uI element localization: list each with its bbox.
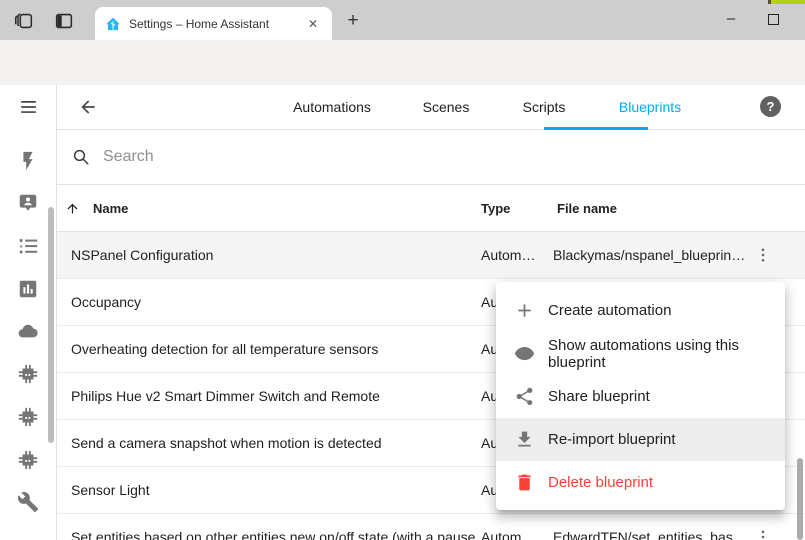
- tab-scripts[interactable]: Scripts: [523, 99, 566, 115]
- menu-item-label: Delete blueprint: [548, 474, 653, 491]
- search-icon: [72, 148, 90, 166]
- share-icon: [514, 386, 535, 407]
- search-input[interactable]: [103, 148, 503, 166]
- row-type: Autom…: [481, 232, 545, 279]
- workspaces-icon[interactable]: [13, 10, 35, 32]
- menu-item-label: Re-import blueprint: [548, 431, 676, 448]
- column-name[interactable]: Name: [93, 185, 128, 232]
- row-name: Sensor Light: [71, 467, 477, 514]
- vertical-tabs-icon[interactable]: [53, 10, 75, 32]
- row-name: Send a camera snapshot when motion is de…: [71, 420, 477, 467]
- minimize-icon[interactable]: –: [716, 8, 746, 32]
- home-assistant-favicon: [105, 16, 121, 32]
- row-name: Philips Hue v2 Smart Dimmer Switch and R…: [71, 373, 477, 420]
- plus-icon: [514, 300, 535, 321]
- row-name: Set entities based on other entities new…: [71, 514, 477, 540]
- menu-item-label: Show automations using this blueprint: [548, 337, 769, 371]
- menu-icon[interactable]: [18, 98, 39, 116]
- row-overflow-icon[interactable]: [754, 528, 772, 540]
- row-name: Overheating detection for all temperatur…: [71, 326, 477, 373]
- screen-artifact-strip: [771, 0, 805, 4]
- tab-blueprints[interactable]: Blueprints: [619, 99, 681, 115]
- assist-icon[interactable]: [17, 192, 39, 214]
- todo-list-icon[interactable]: [17, 235, 39, 257]
- ha-app: Automations Scenes Scripts Blueprints ?: [0, 85, 805, 540]
- browser-tab[interactable]: Settings – Home Assistant ✕: [95, 7, 332, 40]
- tab-automations[interactable]: Automations: [293, 99, 371, 115]
- page-scrollbar[interactable]: [797, 458, 803, 540]
- search-bar: [57, 130, 805, 185]
- maximize-icon[interactable]: [768, 14, 779, 25]
- chip-icon[interactable]: [17, 406, 39, 428]
- reimport-icon: [514, 429, 535, 450]
- tab-close-icon[interactable]: ✕: [304, 15, 322, 33]
- row-name: Occupancy: [71, 279, 477, 326]
- menu-item-label: Share blueprint: [548, 388, 650, 405]
- browser-window: Settings – Home Assistant ✕ + – No: [0, 0, 805, 540]
- menu-item-label: Create automation: [548, 302, 671, 319]
- context-menu: Create automation Show automations using…: [496, 282, 785, 510]
- menu-item-create-automation[interactable]: Create automation: [496, 289, 785, 332]
- cloud-icon[interactable]: [17, 320, 39, 342]
- row-file: Blackymas/nspanel_blueprin…: [553, 232, 749, 279]
- column-type[interactable]: Type: [481, 185, 510, 232]
- ha-back-icon[interactable]: [78, 97, 98, 117]
- delete-icon: [514, 472, 535, 493]
- chip-icon[interactable]: [17, 449, 39, 471]
- sort-ascending-icon[interactable]: [65, 201, 80, 216]
- tab-title: Settings – Home Assistant: [129, 17, 304, 31]
- sidebar-scrollbar[interactable]: [48, 207, 54, 443]
- ha-sidebar: [0, 85, 57, 540]
- menu-item-delete-blueprint[interactable]: Delete blueprint: [496, 461, 785, 504]
- flash-icon[interactable]: [17, 150, 39, 172]
- tab-scenes[interactable]: Scenes: [423, 99, 470, 115]
- wrench-icon[interactable]: [17, 491, 39, 513]
- row-type: Autom…: [481, 514, 545, 540]
- help-icon[interactable]: ?: [760, 96, 781, 117]
- row-name: NSPanel Configuration: [71, 232, 477, 279]
- ha-header: Automations Scenes Scripts Blueprints ?: [57, 85, 805, 130]
- row-file: EdwardTFN/set_entities_bas…: [553, 514, 749, 540]
- eye-icon: [514, 343, 535, 364]
- column-file-name[interactable]: File name: [557, 185, 617, 232]
- menu-item-show-automations[interactable]: Show automations using this blueprint: [496, 332, 785, 375]
- menu-item-share-blueprint[interactable]: Share blueprint: [496, 375, 785, 418]
- browser-titlebar: Settings – Home Assistant ✕ + –: [0, 0, 805, 40]
- new-tab-icon[interactable]: +: [341, 9, 365, 33]
- table-row[interactable]: Set entities based on other entities new…: [57, 514, 805, 540]
- table-row[interactable]: NSPanel Configuration Autom… Blackymas/n…: [57, 232, 805, 279]
- chip-icon[interactable]: [17, 363, 39, 385]
- menu-item-reimport-blueprint[interactable]: Re-import blueprint: [496, 418, 785, 461]
- table-header: Name Type File name: [57, 185, 805, 232]
- row-overflow-icon[interactable]: [754, 246, 772, 264]
- browser-toolbar: Not secure homeassistant.local:8123/...: [0, 40, 805, 85]
- stats-icon[interactable]: [17, 278, 39, 300]
